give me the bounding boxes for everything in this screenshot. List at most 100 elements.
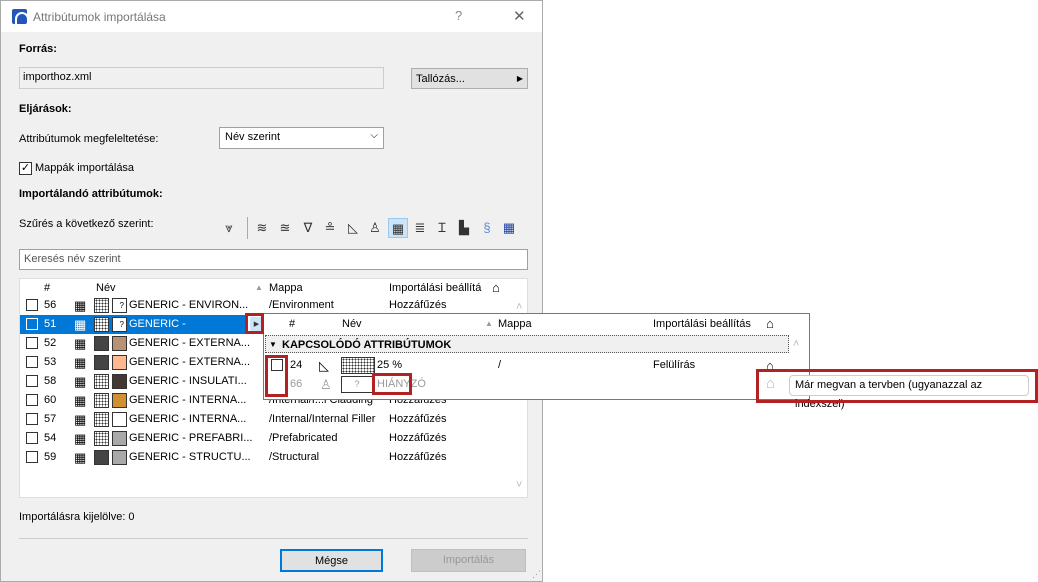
color-swatch: [112, 431, 127, 446]
row-checkbox[interactable]: [26, 394, 38, 406]
browse-button[interactable]: Tallózás...▶: [411, 68, 528, 89]
row-folder: /Structural: [269, 448, 319, 467]
popup-header-folder[interactable]: Mappa: [498, 314, 532, 334]
building-material-icon: ▦: [74, 334, 86, 353]
building-material-icon: ▦: [74, 410, 86, 429]
source-file-field[interactable]: importhoz.xml: [19, 67, 384, 89]
row-checkbox[interactable]: [26, 375, 38, 387]
color-swatch: ?: [112, 298, 127, 313]
profiles-icon[interactable]: Ɪ: [432, 218, 452, 238]
row-checkbox[interactable]: [26, 432, 38, 444]
fill-swatch: [94, 431, 109, 446]
header-name[interactable]: Név: [96, 279, 116, 297]
row-name: GENERIC - INTERNA...: [129, 410, 246, 429]
import-label: Importálás: [443, 554, 494, 566]
row-import: Felülírás: [653, 356, 695, 375]
color-swatch: [112, 374, 127, 389]
table-row[interactable]: 51 ▦ ? GENERIC - EXTERNA... ▶: [20, 315, 248, 334]
popup-header-num[interactable]: #: [289, 314, 295, 334]
fill-swatch: [94, 317, 109, 332]
sort-asc-icon: ▲: [255, 279, 263, 297]
help-button[interactable]: ?: [455, 8, 462, 23]
row-import: Hozzáfűzés: [389, 429, 446, 448]
row-checkbox[interactable]: [26, 451, 38, 463]
layers-icon[interactable]: ≋: [252, 218, 272, 238]
color-swatch: [112, 450, 127, 465]
row-checkbox[interactable]: [26, 337, 38, 349]
fill-type-icon: ◺: [319, 356, 329, 375]
missing-color-mark: ?: [120, 318, 124, 331]
row-checkbox[interactable]: [26, 299, 38, 311]
fill-swatch: [94, 393, 109, 408]
filter-label: Szűrés a következő szerint:: [19, 218, 154, 230]
row-name: GENERIC - INTERNA...: [129, 391, 246, 410]
table-header: # Név ▲ Mappa Importálási beállítá ⌂: [20, 279, 512, 297]
table-row[interactable]: 57 ▦ GENERIC - INTERNA... /Internal/Inte…: [20, 410, 512, 429]
search-input[interactable]: Keresés név szerint: [19, 249, 528, 270]
header-folder[interactable]: Mappa: [269, 279, 303, 297]
row-num: 56: [44, 296, 56, 315]
app-logo-icon: [12, 9, 27, 24]
building-materials-icon[interactable]: ▦: [388, 218, 408, 238]
fill-swatch: [94, 298, 109, 313]
fill-types-icon[interactable]: ◺: [343, 218, 363, 238]
scroll-up-icon[interactable]: ˄: [516, 301, 522, 313]
header-import[interactable]: Importálási beállítá: [389, 279, 481, 297]
group-header[interactable]: ▼ KAPCSOLÓDÓ ATTRIBÚTUMOK: [265, 335, 789, 353]
row-name: GENERIC - PREFABRI...: [129, 429, 252, 448]
browse-label: Tallózás...: [416, 73, 465, 85]
row-num: 57: [44, 410, 56, 429]
cancel-label: Mégse: [315, 555, 348, 567]
surfaces-icon[interactable]: ♙: [365, 218, 385, 238]
pens-icon[interactable]: ∇: [298, 218, 318, 238]
attribute-matching-select[interactable]: Név szerint⌵: [219, 127, 384, 149]
import-attributes-dialog: Attribútumok importálása ? ✕ Forrás: imp…: [0, 0, 543, 582]
title-bar: Attribútumok importálása ? ✕: [1, 1, 542, 32]
list-item: 66 ♙ ? HIÁNYZÓ: [264, 375, 789, 394]
table-row[interactable]: 54 ▦ GENERIC - PREFABRI... /Prefabricate…: [20, 429, 512, 448]
source-label: Forrás:: [19, 43, 57, 55]
layer-combinations-icon[interactable]: ≊: [275, 218, 295, 238]
row-checkbox[interactable]: [26, 356, 38, 368]
markup-styles-icon[interactable]: ▦: [499, 218, 519, 238]
zone-categories-icon[interactable]: ▙: [454, 218, 474, 238]
popup-header-name[interactable]: Név: [342, 314, 362, 334]
row-import: Hozzáfűzés: [389, 448, 446, 467]
cancel-button[interactable]: Mégse: [280, 549, 383, 572]
popup-header-import[interactable]: Importálási beállítás: [653, 314, 751, 334]
row-num: 59: [44, 448, 56, 467]
scroll-up-icon[interactable]: ˄: [793, 338, 799, 350]
attributes-to-import-label: Importálandó attribútumok:: [19, 188, 163, 200]
row-name: GENERIC - EXTERNA...: [129, 334, 250, 353]
line-types-icon[interactable]: ≗: [320, 218, 340, 238]
fill-swatch: [94, 412, 109, 427]
row-num: 51: [44, 315, 56, 334]
house-icon: ⌂: [766, 314, 774, 334]
triangle-down-icon: ▼: [269, 336, 277, 354]
import-button[interactable]: Importálás: [411, 549, 526, 572]
fill-swatch: [94, 374, 109, 389]
building-material-icon: ▦: [74, 372, 86, 391]
composites-icon[interactable]: ≣: [410, 218, 430, 238]
row-folder: /: [498, 356, 501, 375]
row-checkbox[interactable]: [26, 413, 38, 425]
row-checkbox[interactable]: [26, 318, 38, 330]
fill-swatch: [94, 355, 109, 370]
row-num: 66: [290, 375, 302, 394]
close-button[interactable]: ✕: [513, 7, 526, 25]
color-swatch: [112, 336, 127, 351]
header-num[interactable]: #: [44, 279, 50, 297]
search-placeholder: Keresés név szerint: [24, 253, 121, 265]
row-num: 24: [290, 356, 302, 375]
all-filter-icon[interactable]: ⩔: [219, 218, 239, 238]
row-num: 60: [44, 391, 56, 410]
import-folders-checkbox[interactable]: ✓: [19, 162, 32, 175]
highlight-checkbox-column: [265, 355, 288, 397]
sort-asc-icon: ▲: [485, 314, 493, 334]
mep-systems-icon[interactable]: §: [477, 218, 497, 238]
table-row[interactable]: 59 ▦ GENERIC - STRUCTU... /Structural Ho…: [20, 448, 512, 467]
resize-grip-icon[interactable]: ⋰: [532, 569, 541, 580]
house-icon: ⌂: [492, 279, 500, 297]
color-swatch: [112, 355, 127, 370]
scroll-down-icon[interactable]: ˅: [516, 479, 522, 491]
